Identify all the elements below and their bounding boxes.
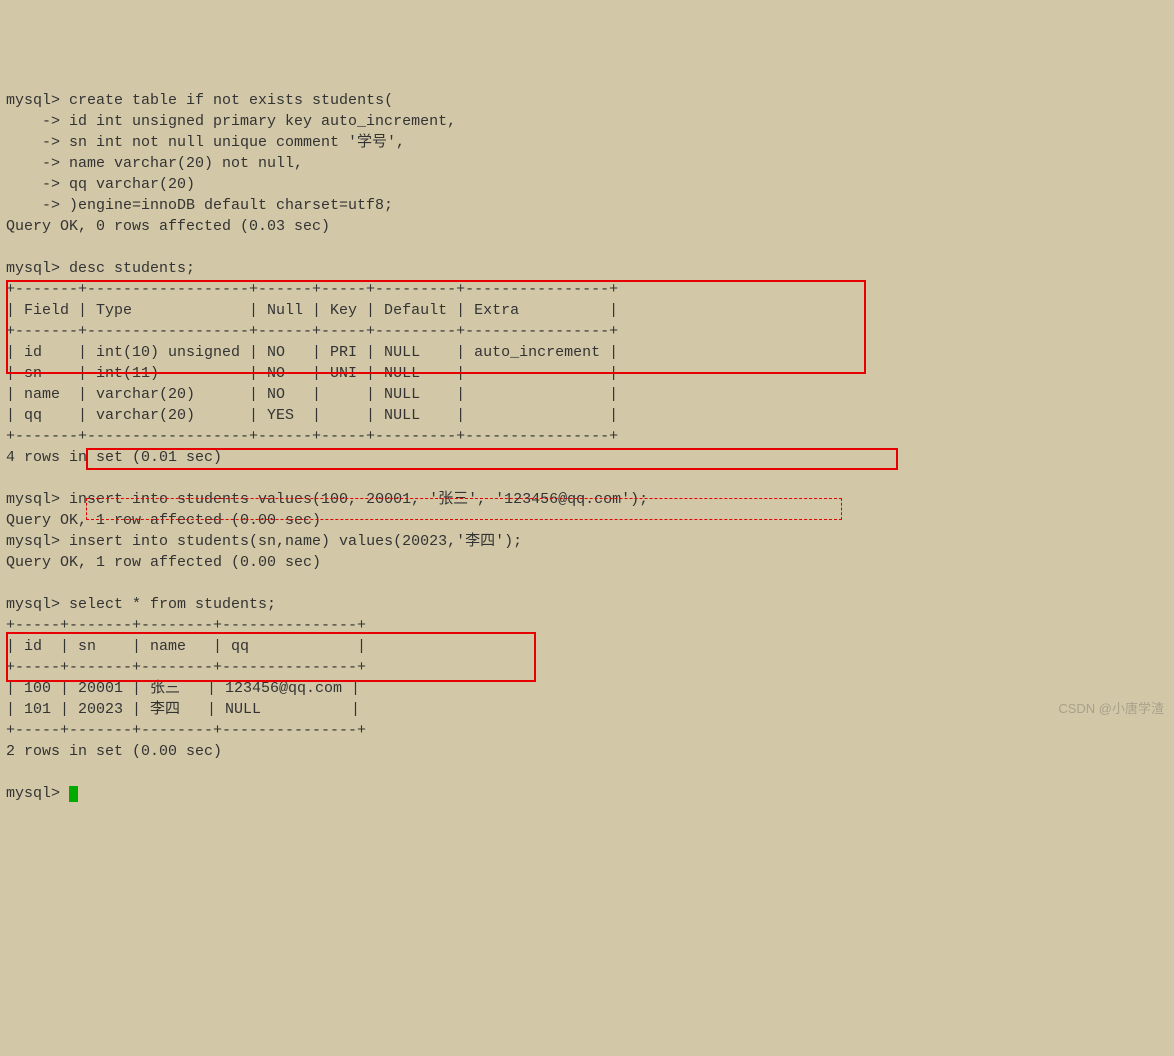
sql-create-line6: -> )engine=innoDB default charset=utf8; (6, 197, 393, 214)
table-row: | name | varchar(20) | NO | | NULL | | (6, 386, 618, 403)
prompt: mysql> (6, 491, 69, 508)
sql-create-line4: -> name varchar(20) not null, (6, 155, 303, 172)
table-row: | 100 | 20001 | 张三 | 123456@qq.com | (6, 680, 360, 697)
table-border: +-----+-------+--------+---------------+ (6, 617, 366, 634)
table-border: +-------+------------------+------+-----… (6, 428, 618, 445)
query-result: 4 rows in set (0.01 sec) (6, 449, 222, 466)
table-header: | Field | Type | Null | Key | Default | … (6, 302, 618, 319)
terminal-output: mysql> create table if not exists studen… (6, 90, 1168, 804)
query-result: Query OK, 1 row affected (0.00 sec) (6, 512, 321, 529)
prompt: mysql> (6, 596, 69, 613)
sql-create-line2: -> id int unsigned primary key auto_incr… (6, 113, 456, 130)
watermark-text: CSDN @小唐学渣 (1058, 700, 1164, 718)
table-border: +-------+------------------+------+-----… (6, 281, 618, 298)
table-border: +-----+-------+--------+---------------+ (6, 659, 366, 676)
table-border: +-------+------------------+------+-----… (6, 323, 618, 340)
terminal-cursor[interactable] (69, 786, 78, 802)
sql-select: select * from students; (69, 596, 276, 613)
sql-create-line3: -> sn int not null unique comment '学号', (6, 134, 405, 151)
prompt: mysql> (6, 533, 69, 550)
sql-desc: desc students; (69, 260, 195, 277)
prompt: mysql> (6, 785, 69, 802)
query-result: Query OK, 0 rows affected (0.03 sec) (6, 218, 330, 235)
table-border: +-----+-------+--------+---------------+ (6, 722, 366, 739)
prompt: mysql> (6, 260, 69, 277)
sql-create-line5: -> qq varchar(20) (6, 176, 195, 193)
sql-insert1: insert into students values(100, 20001, … (69, 491, 648, 508)
sql-insert2: insert into students(sn,name) values(200… (69, 533, 522, 550)
table-row: | id | int(10) unsigned | NO | PRI | NUL… (6, 344, 618, 361)
table-row: | qq | varchar(20) | YES | | NULL | | (6, 407, 618, 424)
query-result: 2 rows in set (0.00 sec) (6, 743, 222, 760)
table-row: | 101 | 20023 | 李四 | NULL | (6, 701, 360, 718)
table-row: | sn | int(11) | NO | UNI | NULL | | (6, 365, 618, 382)
sql-create-line1: create table if not exists students( (69, 92, 393, 109)
query-result: Query OK, 1 row affected (0.00 sec) (6, 554, 321, 571)
prompt: mysql> (6, 92, 69, 109)
table-header: | id | sn | name | qq | (6, 638, 366, 655)
